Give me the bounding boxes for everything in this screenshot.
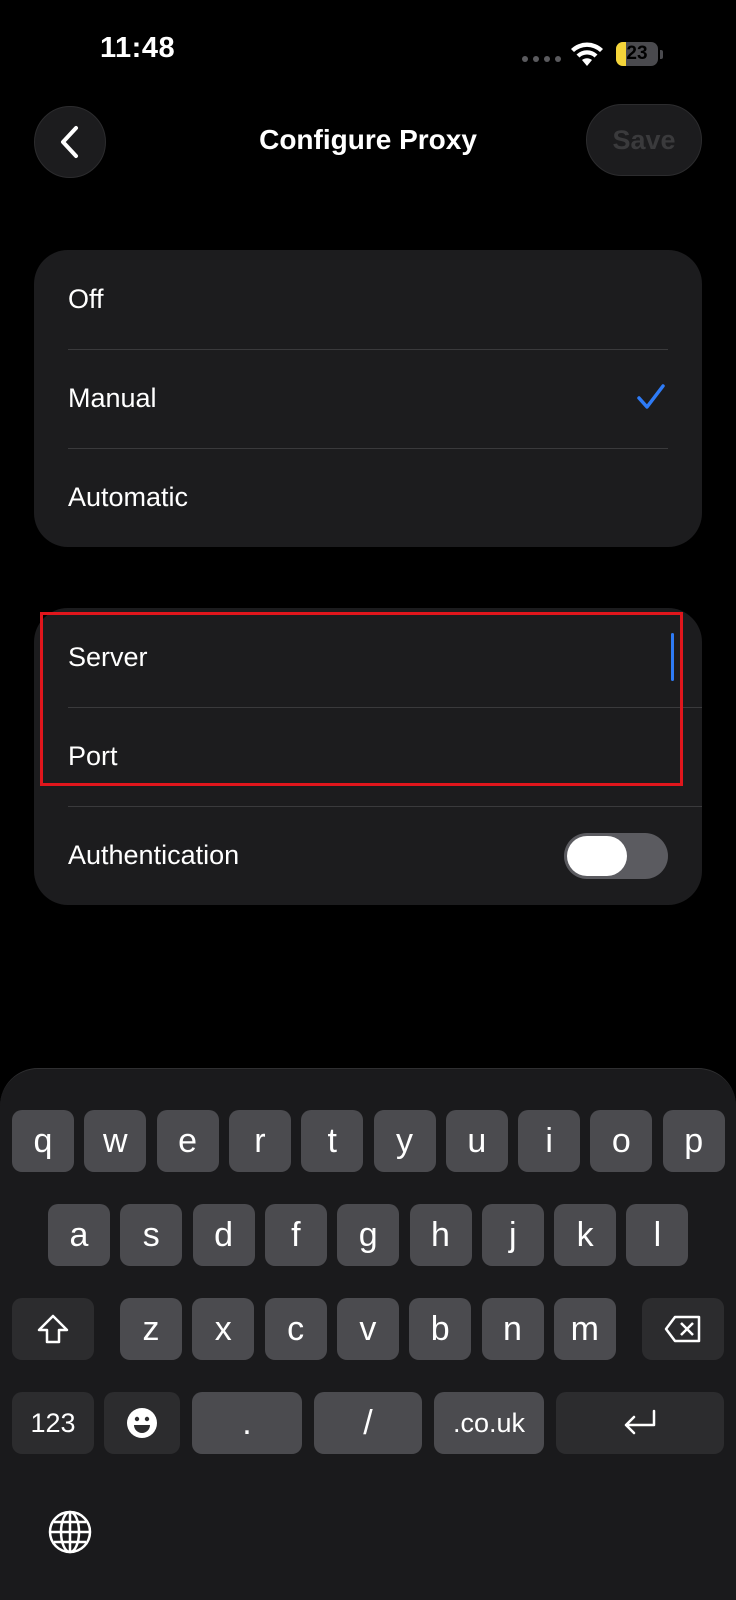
key-l[interactable]: l	[626, 1204, 689, 1266]
key-v[interactable]: v	[336, 1298, 399, 1360]
battery-level: 23	[626, 43, 648, 64]
option-label: Off	[68, 284, 104, 314]
return-icon	[624, 1409, 656, 1435]
slash-key[interactable]: /	[314, 1392, 422, 1454]
checkmark-icon	[637, 384, 665, 409]
wifi-icon	[571, 42, 603, 66]
proxy-option-automatic[interactable]: Automatic	[34, 448, 702, 547]
key-m[interactable]: m	[553, 1298, 616, 1360]
numbers-key[interactable]: 123	[12, 1392, 94, 1454]
authentication-row: Authentication	[34, 806, 702, 905]
option-label: Automatic	[68, 482, 189, 512]
key-q[interactable]: q	[12, 1110, 74, 1172]
shift-icon	[37, 1314, 69, 1344]
key-u[interactable]: u	[445, 1110, 508, 1172]
key-o[interactable]: o	[590, 1110, 653, 1172]
key-r[interactable]: r	[228, 1110, 291, 1172]
key-s[interactable]: s	[120, 1204, 183, 1266]
proxy-mode-group: Off Manual Automatic	[34, 250, 702, 547]
authentication-toggle[interactable]	[564, 833, 668, 879]
save-button[interactable]: Save	[586, 104, 702, 176]
key-p[interactable]: p	[662, 1110, 725, 1172]
option-label: Manual	[68, 383, 157, 413]
key-a[interactable]: a	[48, 1204, 110, 1266]
key-d[interactable]: d	[192, 1204, 255, 1266]
key-z[interactable]: z	[120, 1298, 182, 1360]
key-t[interactable]: t	[301, 1110, 364, 1172]
return-key[interactable]	[556, 1392, 724, 1454]
manual-proxy-group: Server Port Authentication	[34, 608, 702, 905]
domain-key[interactable]: .co.uk	[434, 1392, 544, 1454]
key-f[interactable]: f	[264, 1204, 327, 1266]
shift-key[interactable]	[12, 1298, 94, 1360]
key-g[interactable]: g	[337, 1204, 400, 1266]
backspace-icon	[664, 1315, 701, 1343]
key-x[interactable]: x	[192, 1298, 255, 1360]
text-cursor	[671, 633, 674, 681]
emoji-key[interactable]	[104, 1392, 180, 1454]
globe-icon[interactable]	[46, 1508, 94, 1556]
key-b[interactable]: b	[409, 1298, 472, 1360]
key-w[interactable]: w	[84, 1110, 147, 1172]
key-j[interactable]: j	[481, 1204, 544, 1266]
status-time: 11:48	[100, 32, 176, 64]
key-y[interactable]: y	[373, 1110, 436, 1172]
key-e[interactable]: e	[156, 1110, 219, 1172]
key-i[interactable]: i	[518, 1110, 581, 1172]
proxy-option-off[interactable]: Off	[34, 250, 702, 349]
backspace-key[interactable]	[642, 1298, 724, 1360]
authentication-label: Authentication	[68, 840, 240, 870]
key-h[interactable]: h	[409, 1204, 472, 1266]
dot-key[interactable]: .	[192, 1392, 302, 1454]
key-c[interactable]: c	[264, 1298, 327, 1360]
emoji-icon	[127, 1408, 157, 1438]
proxy-option-manual[interactable]: Manual	[34, 349, 702, 448]
cellular-signal-icon	[522, 56, 561, 62]
key-k[interactable]: k	[554, 1204, 617, 1266]
port-label: Port	[68, 741, 118, 771]
server-field[interactable]: Server	[34, 608, 702, 707]
battery-icon: 23	[616, 42, 664, 66]
port-field[interactable]: Port	[34, 707, 702, 806]
key-n[interactable]: n	[481, 1298, 544, 1360]
server-label: Server	[68, 642, 148, 672]
